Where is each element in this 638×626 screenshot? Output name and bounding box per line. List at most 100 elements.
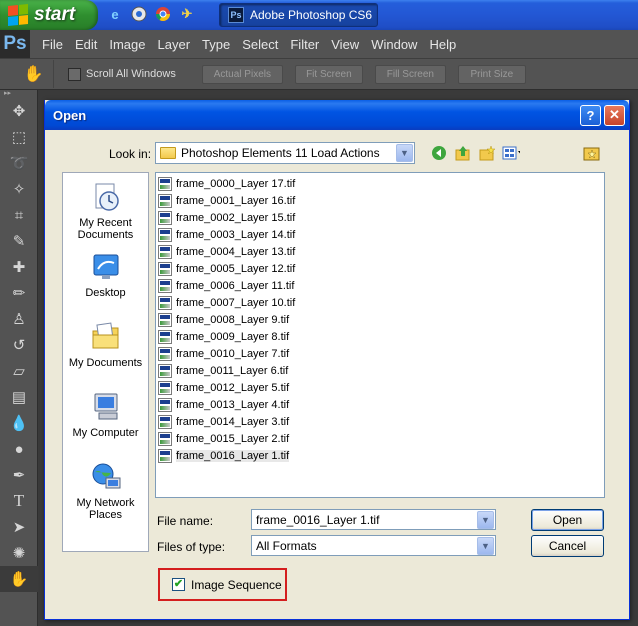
- file-item-selected[interactable]: frame_0016_Layer 1.tif: [158, 447, 604, 464]
- crop-tool-icon[interactable]: ⌗: [0, 202, 38, 228]
- network-places-icon: [90, 461, 122, 493]
- tools-panel: ▸▸ ✥ ⬚ ➰ ✧ ⌗ ✎ ✚ ✏ ♙ ↺ ▱ ▤ 💧 ● ✒ T ➤ ✺ ✋: [0, 90, 38, 626]
- help-button[interactable]: ?: [580, 104, 601, 126]
- new-folder-icon[interactable]: [478, 144, 496, 162]
- file-item[interactable]: frame_0001_Layer 16.tif: [158, 192, 604, 209]
- look-in-dropdown[interactable]: Photoshop Elements 11 Load Actions ▼: [155, 142, 415, 164]
- file-item[interactable]: frame_0015_Layer 2.tif: [158, 430, 604, 447]
- media-player-icon[interactable]: [130, 5, 148, 23]
- file-item[interactable]: frame_0002_Layer 15.tif: [158, 209, 604, 226]
- menu-view[interactable]: View: [325, 37, 365, 52]
- file-item[interactable]: frame_0008_Layer 9.tif: [158, 311, 604, 328]
- place-desktop[interactable]: Desktop: [63, 251, 148, 299]
- menu-filter[interactable]: Filter: [284, 37, 325, 52]
- path-selection-tool-icon[interactable]: ➤: [0, 514, 38, 540]
- fill-screen-button[interactable]: Fill Screen: [374, 64, 446, 84]
- file-name: frame_0000_Layer 17.tif: [176, 177, 296, 190]
- history-brush-tool-icon[interactable]: ↺: [0, 332, 38, 358]
- file-item[interactable]: frame_0004_Layer 13.tif: [158, 243, 604, 260]
- hand-tool-preset-icon[interactable]: ✋: [14, 60, 54, 88]
- file-item[interactable]: frame_0013_Layer 4.tif: [158, 396, 604, 413]
- menu-layer[interactable]: Layer: [152, 37, 197, 52]
- chrome-icon[interactable]: [154, 5, 172, 23]
- image-sequence-checkbox[interactable]: ✔: [172, 578, 185, 591]
- tif-file-icon: [158, 329, 172, 344]
- healing-brush-tool-icon[interactable]: ✚: [0, 254, 38, 280]
- photoshop-logo: Ps: [0, 30, 30, 58]
- scroll-all-windows-checkbox[interactable]: [68, 67, 81, 81]
- chevron-down-icon[interactable]: ▼: [477, 537, 494, 555]
- file-item[interactable]: frame_0014_Layer 3.tif: [158, 413, 604, 430]
- dodge-tool-icon[interactable]: ●: [0, 436, 38, 462]
- marquee-tool-icon[interactable]: ⬚: [0, 124, 38, 150]
- open-dialog: Open ? ✕ Look in: Photoshop Elements 11 …: [44, 100, 630, 620]
- internet-explorer-icon[interactable]: e: [106, 5, 124, 23]
- place-my-network-places[interactable]: My Network Places: [63, 461, 148, 521]
- place-my-computer[interactable]: My Computer: [63, 391, 148, 439]
- quick-launch: e ✈: [106, 5, 196, 23]
- chevron-down-icon[interactable]: ▼: [477, 511, 494, 529]
- hand-tool-icon[interactable]: ✋: [0, 566, 38, 592]
- gradient-tool-icon[interactable]: ▤: [0, 384, 38, 410]
- tools-folder-icon[interactable]: [583, 145, 601, 161]
- tif-file-icon: [158, 210, 172, 225]
- close-button[interactable]: ✕: [604, 104, 625, 126]
- print-size-button[interactable]: Print Size: [457, 64, 526, 84]
- file-item[interactable]: frame_0010_Layer 7.tif: [158, 345, 604, 362]
- dialog-titlebar[interactable]: Open ? ✕: [45, 100, 629, 130]
- fit-screen-button[interactable]: Fit Screen: [294, 64, 363, 84]
- magic-wand-tool-icon[interactable]: ✧: [0, 176, 38, 202]
- start-button[interactable]: start: [0, 0, 98, 30]
- file-name: frame_0001_Layer 16.tif: [176, 194, 296, 207]
- file-item[interactable]: frame_0006_Layer 11.tif: [158, 277, 604, 294]
- clone-stamp-tool-icon[interactable]: ♙: [0, 306, 38, 332]
- scroll-all-windows-label: Scroll All Windows: [86, 68, 176, 80]
- menu-select[interactable]: Select: [236, 37, 284, 52]
- move-tool-icon[interactable]: ✥: [0, 98, 38, 124]
- brush-tool-icon[interactable]: ✏: [0, 280, 38, 306]
- image-sequence-label[interactable]: Image Sequence: [191, 578, 282, 592]
- cancel-button[interactable]: Cancel: [531, 535, 604, 557]
- menu-help[interactable]: Help: [423, 37, 462, 52]
- chevron-down-icon[interactable]: ▼: [396, 144, 413, 162]
- scroll-all-windows-toggle[interactable]: Scroll All Windows: [68, 67, 176, 81]
- custom-shape-tool-icon[interactable]: ✺: [0, 540, 38, 566]
- file-list[interactable]: frame_0000_Layer 17.tif frame_0001_Layer…: [155, 172, 605, 498]
- airplane-icon[interactable]: ✈: [178, 5, 196, 23]
- tif-file-icon: [158, 244, 172, 259]
- file-item[interactable]: frame_0007_Layer 10.tif: [158, 294, 604, 311]
- file-item[interactable]: frame_0003_Layer 14.tif: [158, 226, 604, 243]
- dialog-title: Open: [53, 107, 87, 123]
- up-folder-icon[interactable]: [454, 144, 472, 162]
- menu-type[interactable]: Type: [196, 37, 236, 52]
- menu-image[interactable]: Image: [103, 37, 151, 52]
- files-of-type-dropdown[interactable]: All Formats ▼: [251, 535, 496, 556]
- folder-icon: [160, 147, 176, 159]
- file-item[interactable]: frame_0011_Layer 6.tif: [158, 362, 604, 379]
- actual-pixels-button[interactable]: Actual Pixels: [201, 64, 283, 84]
- eyedropper-tool-icon[interactable]: ✎: [0, 228, 38, 254]
- menu-edit[interactable]: Edit: [69, 37, 103, 52]
- file-item[interactable]: frame_0005_Layer 12.tif: [158, 260, 604, 277]
- menu-file[interactable]: File: [36, 37, 69, 52]
- taskbar-photoshop-button[interactable]: Ps Adobe Photoshop CS6: [219, 3, 378, 27]
- blur-tool-icon[interactable]: 💧: [0, 410, 38, 436]
- panel-grip[interactable]: ▸▸: [0, 90, 37, 98]
- open-button[interactable]: Open: [531, 509, 604, 531]
- lasso-tool-icon[interactable]: ➰: [0, 150, 38, 176]
- file-item[interactable]: frame_0000_Layer 17.tif: [158, 175, 604, 192]
- file-name: frame_0008_Layer 9.tif: [176, 313, 290, 326]
- eraser-tool-icon[interactable]: ▱: [0, 358, 38, 384]
- file-name: frame_0007_Layer 10.tif: [176, 296, 296, 309]
- type-tool-icon[interactable]: T: [0, 488, 38, 514]
- pen-tool-icon[interactable]: ✒: [0, 462, 38, 488]
- back-icon[interactable]: [430, 144, 448, 162]
- tif-file-icon: [158, 346, 172, 361]
- place-my-documents[interactable]: My Documents: [63, 321, 148, 369]
- place-my-recent-documents[interactable]: My Recent Documents: [63, 181, 148, 241]
- menu-window[interactable]: Window: [365, 37, 423, 52]
- view-menu-icon[interactable]: [502, 144, 520, 162]
- file-item[interactable]: frame_0012_Layer 5.tif: [158, 379, 604, 396]
- file-name-field[interactable]: frame_0016_Layer 1.tif ▼: [251, 509, 496, 530]
- file-item[interactable]: frame_0009_Layer 8.tif: [158, 328, 604, 345]
